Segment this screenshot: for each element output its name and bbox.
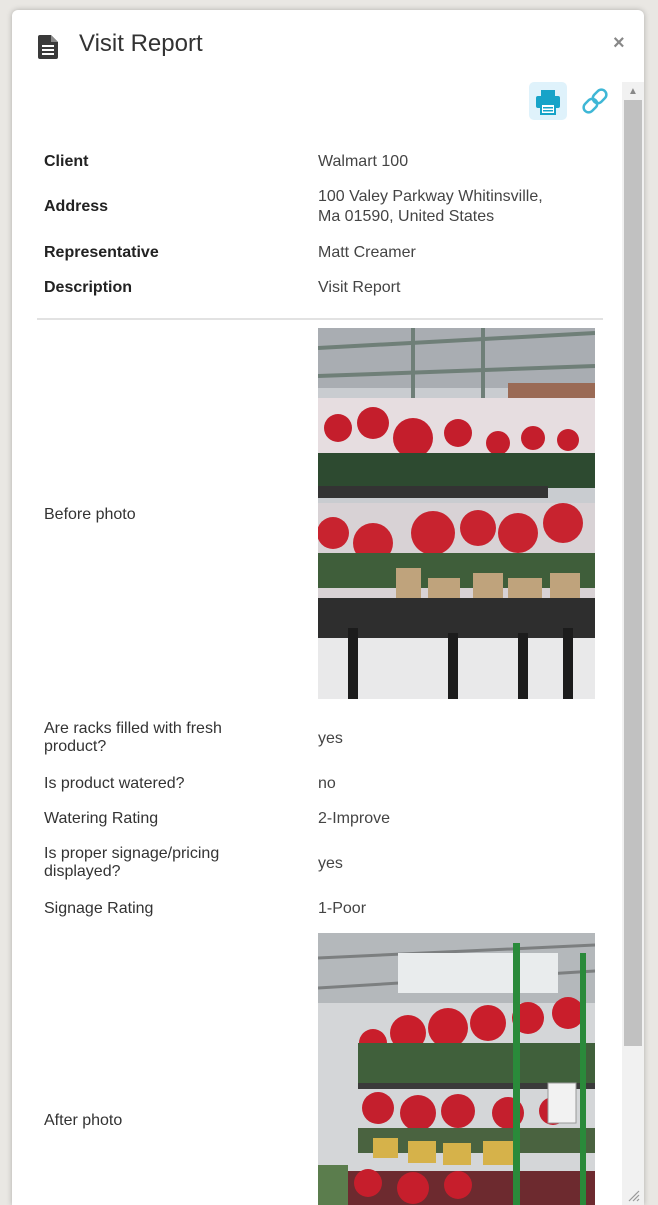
signage-label-line2: displayed? — [44, 863, 121, 880]
print-button[interactable] — [529, 82, 567, 120]
client-label: Client — [44, 153, 89, 170]
client-value: Walmart 100 — [318, 153, 409, 170]
racks-label-line1: Are racks filled with fresh — [44, 720, 222, 737]
after-photo-label: After photo — [44, 1112, 123, 1129]
printer-icon — [536, 90, 560, 115]
link-icon — [582, 88, 608, 114]
racks-value: yes — [318, 730, 343, 747]
address-label: Address — [44, 198, 109, 215]
signage-label-line1: Is proper signage/pricing — [44, 845, 220, 862]
watering-rating-value: 2-Improve — [318, 810, 391, 827]
after-photo-image — [318, 933, 595, 1205]
resize-grip-icon[interactable] — [626, 1188, 640, 1202]
section-divider — [37, 318, 603, 320]
representative-value: Matt Creamer — [318, 244, 416, 261]
after-photo[interactable] — [318, 933, 595, 1205]
signage-rating-value: 1-Poor — [318, 900, 367, 917]
visit-report-dialog: Visit Report × Client Walmart 100 Addres… — [12, 10, 644, 1205]
close-icon[interactable]: × — [613, 32, 625, 55]
signage-rating-label: Signage Rating — [44, 900, 154, 917]
before-photo-label: Before photo — [44, 506, 136, 523]
dialog-header: Visit Report × — [12, 10, 644, 82]
address-value-line2: Ma 01590, United States — [318, 208, 495, 225]
representative-label: Representative — [44, 244, 159, 261]
report-content: Client Walmart 100 Address 100 Valey Par… — [12, 120, 620, 1205]
watered-label: Is product watered? — [44, 775, 185, 792]
document-icon — [38, 35, 58, 59]
scroll-thumb[interactable] — [624, 100, 642, 1046]
signage-value: yes — [318, 855, 343, 872]
before-photo[interactable] — [318, 328, 595, 699]
scroll-up-arrow-icon[interactable]: ▲ — [622, 82, 644, 102]
dialog-title: Visit Report — [79, 30, 203, 57]
address-value-line1: 100 Valey Parkway Whitinsville, — [318, 188, 543, 205]
watered-value: no — [318, 775, 336, 792]
racks-label-line2: product? — [44, 738, 107, 755]
description-value: Visit Report — [318, 279, 401, 296]
watering-rating-label: Watering Rating — [44, 810, 159, 827]
link-button[interactable] — [580, 84, 610, 118]
vertical-scrollbar[interactable]: ▲ — [622, 82, 644, 1205]
description-label: Description — [44, 279, 133, 296]
before-photo-image — [318, 328, 595, 699]
